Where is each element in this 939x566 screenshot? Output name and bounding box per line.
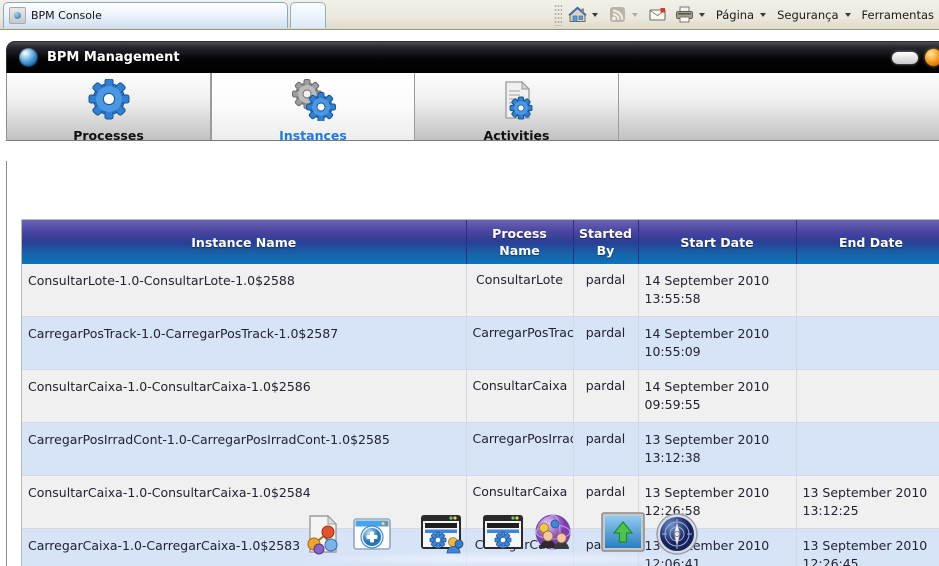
table-row[interactable]: CarregarPosIrradCont-1.0-CarregarPosIrra… xyxy=(22,422,939,476)
table-row[interactable]: CarregarCaixa-1.0-CarregarCaixa-1.0$2583… xyxy=(22,528,939,566)
window-controls xyxy=(892,49,939,66)
cell-process-name[interactable]: ConsultarCaixa xyxy=(466,369,574,423)
table-row[interactable]: ConsultarLote-1.0-ConsultarLote-1.0$2588… xyxy=(22,264,939,317)
col-end-date[interactable]: End Date xyxy=(796,220,939,264)
tab-processes[interactable]: Processes xyxy=(7,73,211,143)
instances-table: Instance Name Process Name Started By St… xyxy=(22,220,939,566)
minimize-button[interactable] xyxy=(892,51,918,64)
cell-started-by: pardal xyxy=(573,475,639,529)
col-instance-name[interactable]: Instance Name xyxy=(22,220,467,264)
cell-instance-name[interactable]: ConsultarLote-1.0-ConsultarLote-1.0$2588 xyxy=(22,264,467,317)
gears-icon xyxy=(285,79,341,125)
home-button[interactable] xyxy=(564,0,604,29)
page-menu-caret[interactable] xyxy=(760,12,767,17)
home-dropdown-caret[interactable] xyxy=(591,12,598,17)
tab-activities-label: Activities xyxy=(483,128,550,143)
print-button[interactable] xyxy=(671,0,711,29)
browser-tabstrip: BPM Console xyxy=(0,0,585,29)
app-title: BPM Management xyxy=(47,50,180,65)
security-menu-caret[interactable] xyxy=(844,12,851,17)
app-tabbar: Processes Instances Activities xyxy=(6,73,939,143)
cell-process-name[interactable]: CarregarCaixa xyxy=(466,528,574,566)
cell-end-date xyxy=(796,422,939,476)
cell-start-date: 14 September 2010 13:55:58 xyxy=(638,264,797,317)
mail-icon xyxy=(647,5,668,24)
cell-process-name[interactable]: CarregarPosTrack xyxy=(466,316,574,370)
cell-started-by: pardal xyxy=(573,264,639,317)
col-start-date[interactable]: Start Date xyxy=(638,220,797,264)
cell-instance-name[interactable]: ConsultarCaixa-1.0-ConsultarCaixa-1.0$25… xyxy=(22,369,467,423)
cell-end-date xyxy=(796,264,939,317)
cell-started-by: pardal xyxy=(573,369,639,423)
col-process-name[interactable]: Process Name xyxy=(466,220,574,264)
table-body: ConsultarLote-1.0-ConsultarLote-1.0$2588… xyxy=(22,264,939,566)
cell-instance-name[interactable]: CarregarPosTrack-1.0-CarregarPosTrack-1.… xyxy=(22,316,467,370)
feeds-dropdown-caret[interactable] xyxy=(631,12,638,17)
cell-start-date: 14 September 2010 09:59:55 xyxy=(638,369,797,423)
table-row[interactable]: ConsultarCaixa-1.0-ConsultarCaixa-1.0$25… xyxy=(22,475,939,529)
security-menu-label: Segurança xyxy=(777,7,839,22)
content-area: Instance Name Process Name Started By St… xyxy=(6,161,939,566)
cell-start-date: 14 September 2010 10:55:09 xyxy=(638,316,797,370)
print-icon xyxy=(674,5,695,24)
close-button[interactable] xyxy=(925,49,939,66)
tab-processes-label: Processes xyxy=(73,128,144,143)
cell-end-date: 13 September 2010 13:12:25 xyxy=(796,475,939,529)
table-row[interactable]: ConsultarCaixa-1.0-ConsultarCaixa-1.0$25… xyxy=(22,369,939,423)
tab-instances[interactable]: Instances xyxy=(211,73,415,143)
cell-started-by: pardal xyxy=(573,422,639,476)
print-dropdown-caret[interactable] xyxy=(698,12,705,17)
cell-start-date: 13 September 2010 12:26:58 xyxy=(638,475,797,529)
tab-activities[interactable]: Activities xyxy=(415,73,619,143)
gear-icon xyxy=(83,78,135,125)
favicon-icon xyxy=(9,7,26,24)
feeds-icon xyxy=(607,5,628,24)
tab-instances-label: Instances xyxy=(279,128,347,143)
cell-started-by: pardal xyxy=(573,316,639,370)
tools-menu[interactable]: Ferramentas xyxy=(857,0,939,29)
feeds-button[interactable] xyxy=(604,0,644,29)
home-icon xyxy=(567,5,588,24)
browser-tab-title: BPM Console xyxy=(31,9,102,22)
mail-button[interactable] xyxy=(644,0,671,29)
cell-instance-name[interactable]: CarregarCaixa-1.0-CarregarCaixa-1.0$2583 xyxy=(22,528,467,566)
cell-start-date: 13 September 2010 13:12:38 xyxy=(638,422,797,476)
toolbar-grip[interactable] xyxy=(553,3,562,26)
table-header-row: Instance Name Process Name Started By St… xyxy=(22,220,939,264)
security-menu[interactable]: Segurança xyxy=(772,0,856,29)
cell-instance-name[interactable]: CarregarPosIrradCont-1.0-CarregarPosIrra… xyxy=(22,422,467,476)
cell-process-name[interactable]: ConsultarLote xyxy=(466,264,574,317)
cell-instance-name[interactable]: ConsultarCaixa-1.0-ConsultarCaixa-1.0$25… xyxy=(22,475,467,529)
browser-chrome: BPM Console Página Segurança Ferramentas xyxy=(0,0,939,30)
document-gear-icon xyxy=(493,79,541,125)
cell-end-date xyxy=(796,316,939,370)
table-row[interactable]: CarregarPosTrack-1.0-CarregarPosTrack-1.… xyxy=(22,316,939,370)
tabbar-filler xyxy=(619,73,939,140)
cell-end-date: 13 September 2010 12:26:45 xyxy=(796,528,939,566)
cell-end-date xyxy=(796,369,939,423)
tools-menu-label: Ferramentas xyxy=(861,7,934,22)
browser-command-bar: Página Segurança Ferramentas xyxy=(553,0,939,29)
app-titlebar: BPM Management xyxy=(6,41,939,73)
col-started-by[interactable]: Started By xyxy=(573,220,639,264)
page-menu[interactable]: Página xyxy=(711,0,772,29)
cell-start-date: 13 September 2010 12:06:41 xyxy=(638,528,797,566)
cell-process-name[interactable]: CarregarPosIrradCont xyxy=(466,422,574,476)
cell-process-name[interactable]: ConsultarCaixa xyxy=(466,475,574,529)
browser-tab-bpm-console[interactable]: BPM Console xyxy=(3,2,288,28)
globe-icon xyxy=(19,48,38,67)
application-shell: BPM Management Processes Instances Activ… xyxy=(0,30,939,566)
new-tab-button[interactable] xyxy=(290,2,326,28)
page-menu-label: Página xyxy=(715,7,755,22)
instances-table-container: Instance Name Process Name Started By St… xyxy=(21,219,939,566)
cell-started-by: pardal xyxy=(573,528,639,566)
app-window: BPM Management Processes Instances Activ… xyxy=(6,41,939,161)
